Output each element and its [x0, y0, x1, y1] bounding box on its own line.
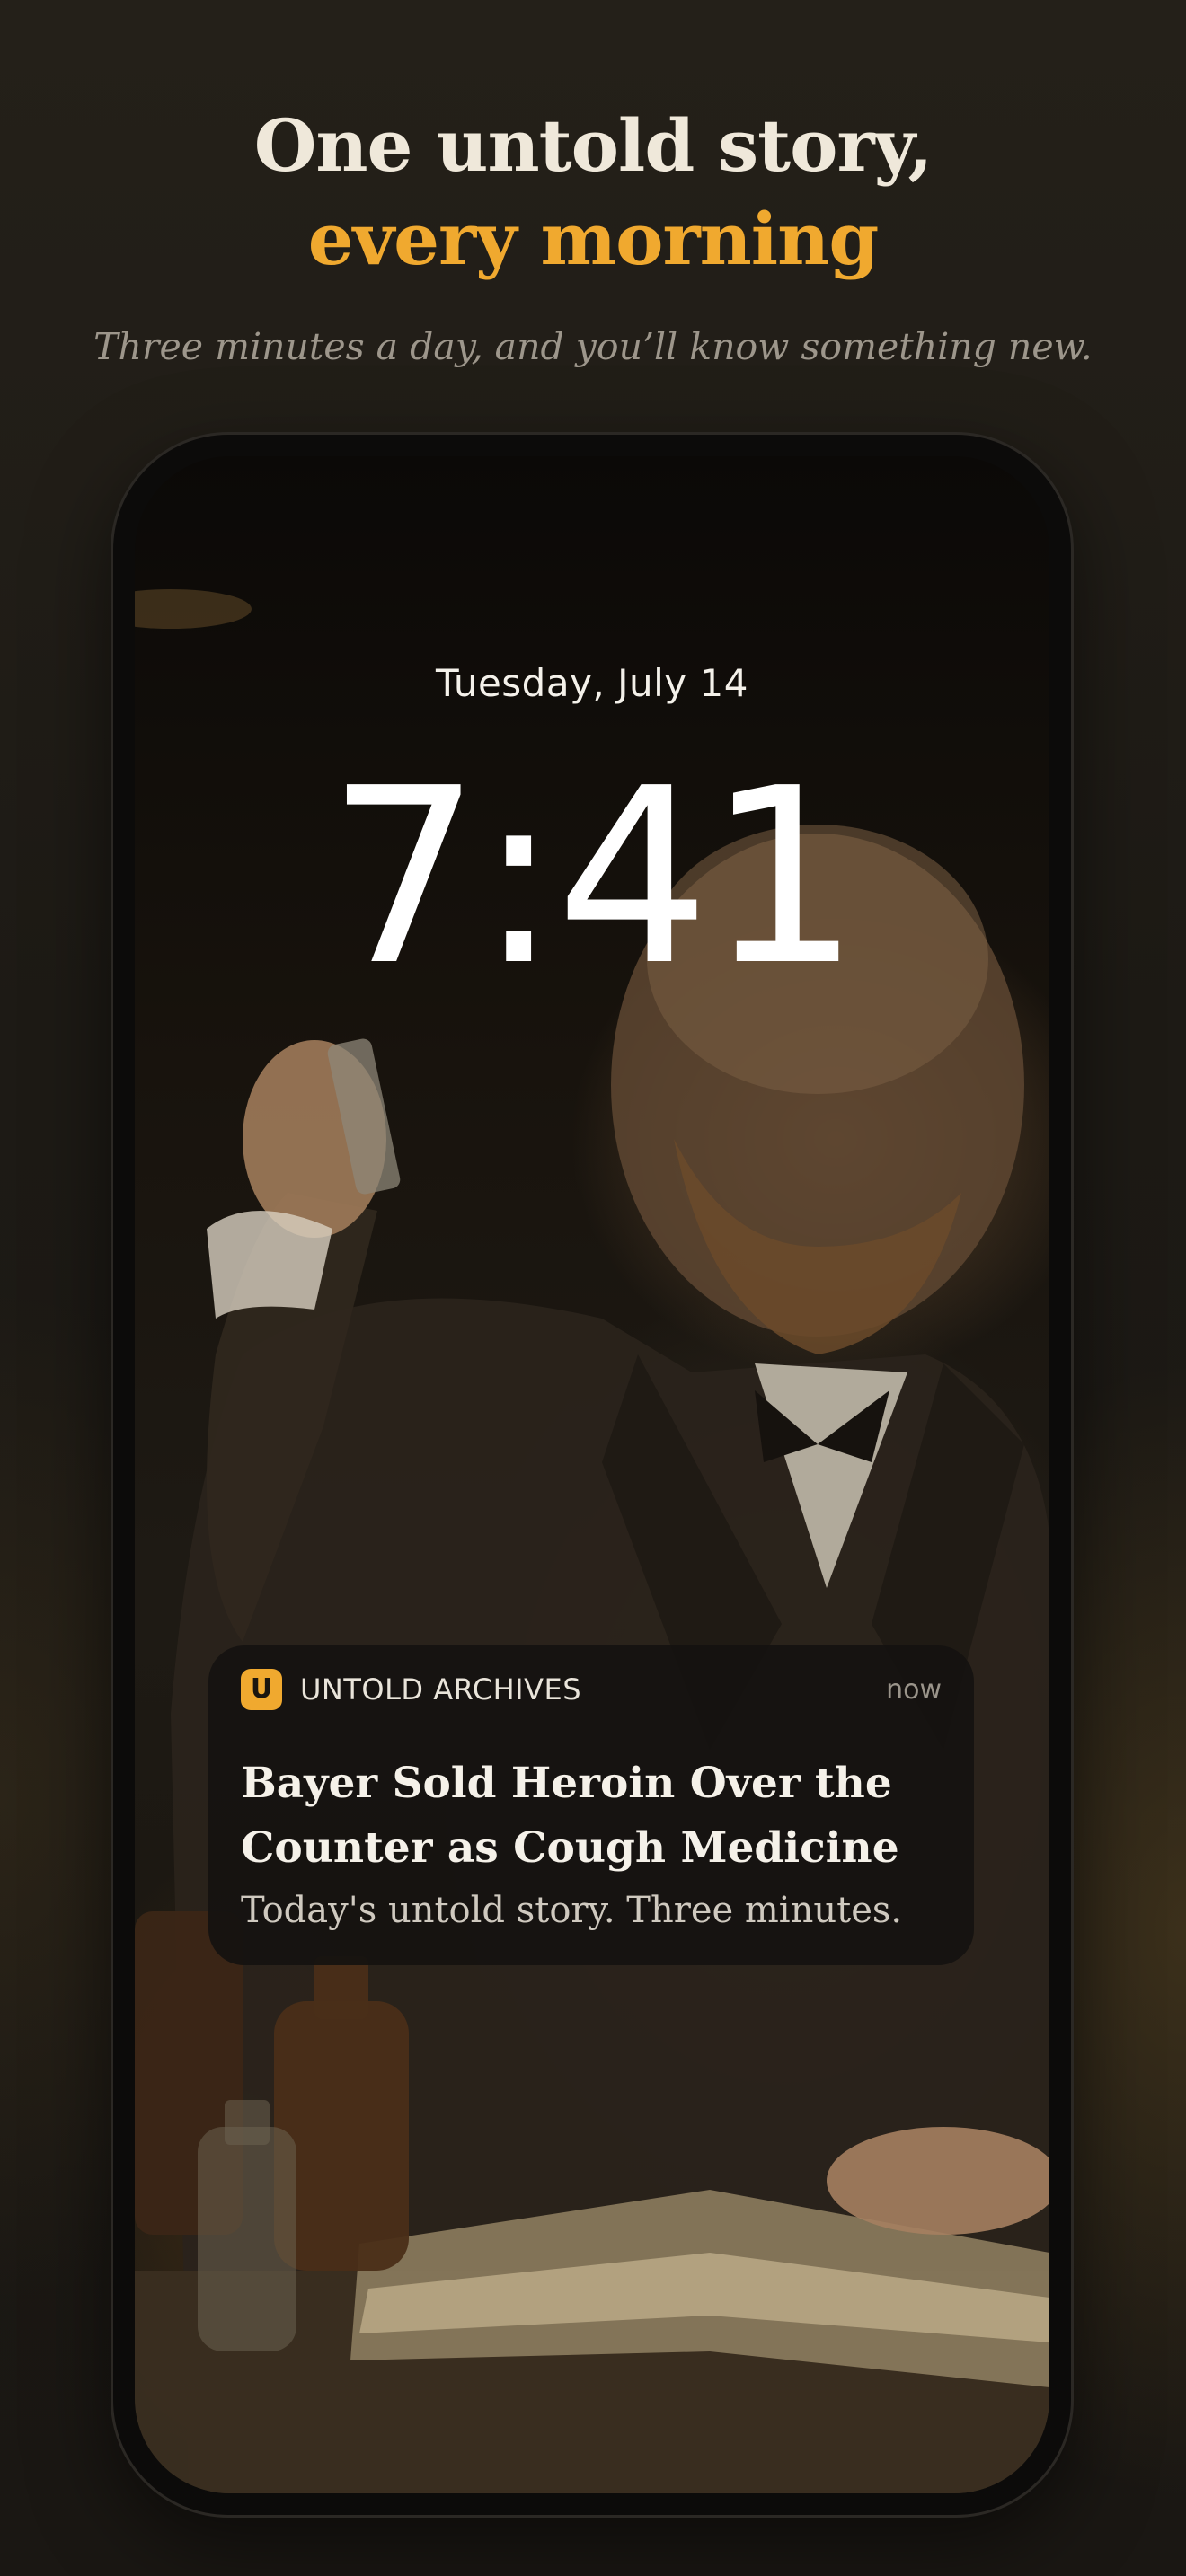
lock-screen-date: Tuesday, July 14 — [436, 661, 748, 705]
lock-screen: Tuesday, July 14 7:41 U UNTOLD ARCHIVES … — [135, 456, 1049, 2493]
notification-app-name: UNTOLD ARCHIVES — [300, 1672, 582, 1707]
notification-body: Today's untold story. Three minutes. — [241, 1890, 903, 1931]
lock-screen-time: 7:41 — [326, 736, 861, 1019]
page-headline: One untold story, every morning — [0, 99, 1186, 286]
headline-line-2: every morning — [307, 197, 880, 281]
phone-frame: Tuesday, July 14 7:41 U UNTOLD ARCHIVES … — [113, 435, 1071, 2515]
notification-card[interactable]: U UNTOLD ARCHIVES now Bayer Sold Heroin … — [208, 1645, 974, 1965]
notification-title: Bayer Sold Heroin Over the Counter as Co… — [241, 1759, 899, 1873]
headline-line-1: One untold story, — [253, 103, 934, 188]
tagline: Three minutes a day, and you’ll know som… — [93, 325, 1093, 368]
notification-time: now — [886, 1674, 942, 1706]
untold-archives-logo-icon: U — [241, 1669, 282, 1710]
